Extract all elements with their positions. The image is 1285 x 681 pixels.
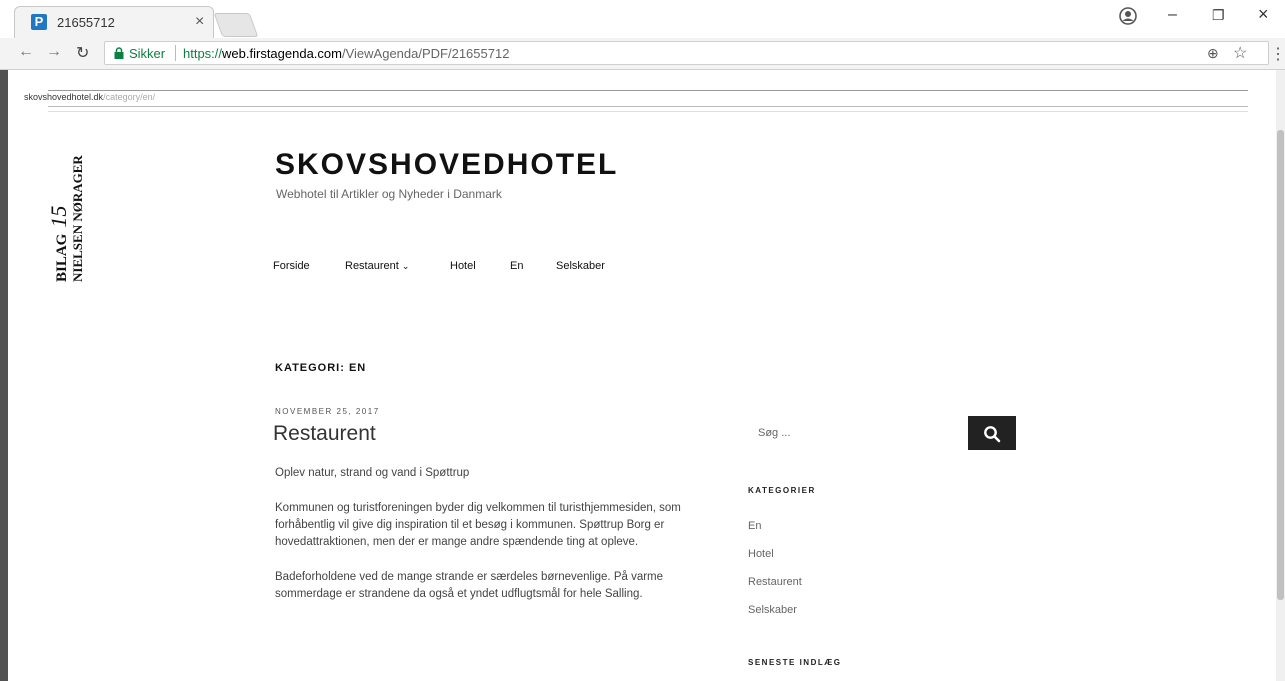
url-scheme: https://: [183, 46, 223, 61]
stamp-line1: BILAG: [54, 233, 70, 282]
category-link-restaurent[interactable]: Restaurent: [748, 576, 802, 588]
category-link-selskaber[interactable]: Selskaber: [748, 604, 797, 616]
print-rule: [48, 106, 1248, 107]
bookmark-star-icon[interactable]: ☆: [1233, 43, 1247, 63]
back-arrow-icon[interactable]: ←: [18, 43, 34, 61]
secure-label: Sikker: [129, 46, 166, 61]
zoom-icon[interactable]: ⊕: [1207, 45, 1219, 62]
post-body: Oplev natur, strand og vand i Spøttrup K…: [275, 465, 725, 621]
post-date: NOVEMBER 25, 2017: [275, 407, 380, 416]
nav-item-en[interactable]: En: [510, 260, 523, 272]
categories-widget-title: KATEGORIER: [748, 486, 816, 495]
omnibox-divider: [175, 45, 176, 61]
site-tagline: Webhotel til Artikler og Nyheder i Danma…: [276, 187, 502, 201]
nav-item-selskaber[interactable]: Selskaber: [556, 260, 605, 272]
search-form: [748, 416, 970, 450]
stamp-number: 15: [46, 205, 71, 228]
browser-menu-icon[interactable]: ⋮: [1270, 44, 1285, 64]
post-paragraph: Kommunen og turistforeningen byder dig v…: [275, 502, 681, 548]
search-button[interactable]: [968, 416, 1016, 450]
bilag-stamp: BILAG 15 NIELSEN NØRAGER: [46, 142, 86, 282]
window-close-icon[interactable]: ×: [1258, 4, 1269, 25]
chevron-down-icon: ⌄: [401, 261, 410, 271]
minimize-icon[interactable]: –: [1168, 6, 1177, 24]
page-scrollbar[interactable]: [1276, 70, 1285, 681]
url-path: /ViewAgenda/PDF/21655712: [341, 46, 510, 61]
forward-arrow-icon[interactable]: →: [46, 43, 62, 61]
new-tab-button[interactable]: [213, 13, 259, 37]
address-bar[interactable]: Sikker https://web.firstagenda.com/ViewA…: [104, 41, 1269, 65]
pdf-page: skovshovedhotel.dk/category/en/ BILAG 15 …: [8, 70, 1276, 681]
tab-title: 21655712: [57, 15, 115, 30]
reload-icon[interactable]: ↻: [76, 43, 89, 63]
browser-tab[interactable]: P 21655712 ×: [14, 6, 214, 38]
category-link-en[interactable]: En: [748, 520, 761, 532]
site-title: SKOVSHOVEDHOTEL: [275, 148, 619, 181]
firstagenda-favicon-icon: P: [31, 14, 47, 30]
lock-icon: [114, 47, 124, 59]
browser-toolbar: ← → ↻ Sikker https://web.firstagenda.com…: [0, 38, 1285, 70]
post-paragraph: Badeforholdene ved de mange strande er s…: [275, 571, 664, 600]
nav-item-forside[interactable]: Forside: [273, 260, 310, 272]
scrollbar-thumb[interactable]: [1277, 130, 1284, 600]
nav-item-restaurent[interactable]: Restaurent ⌄: [345, 260, 409, 272]
print-header-host: skovshovedhotel.dk: [24, 92, 104, 102]
post-title[interactable]: Restaurent: [273, 422, 376, 446]
url-host: web.firstagenda.com: [222, 46, 342, 61]
stamp-line2: NIELSEN NØRAGER: [70, 155, 85, 282]
category-link-hotel[interactable]: Hotel: [748, 548, 774, 560]
print-header-path: /category/en/: [103, 92, 156, 102]
browser-tabstrip: P 21655712 × – ❐ ×: [0, 0, 1285, 38]
nav-item-label: Restaurent: [345, 260, 399, 272]
archive-title: KATEGORI: EN: [275, 362, 367, 374]
recent-posts-widget-title: SENESTE INDLÆG: [748, 658, 842, 667]
restore-icon[interactable]: ❐: [1212, 7, 1225, 24]
tab-close-icon[interactable]: ×: [195, 13, 204, 31]
print-rule: [48, 90, 1248, 91]
nav-item-hotel[interactable]: Hotel: [450, 260, 476, 272]
pdf-viewer: skovshovedhotel.dk/category/en/ BILAG 15 …: [0, 70, 1285, 681]
url-text[interactable]: https://web.firstagenda.com/ViewAgenda/P…: [183, 46, 509, 61]
print-rule: [48, 111, 1248, 112]
post-paragraph: Oplev natur, strand og vand i Spøttrup: [275, 467, 470, 479]
search-icon: [984, 426, 1001, 443]
print-header: skovshovedhotel.dk/category/en/: [24, 92, 155, 102]
profile-icon[interactable]: [1118, 6, 1138, 26]
search-input[interactable]: [748, 416, 968, 450]
